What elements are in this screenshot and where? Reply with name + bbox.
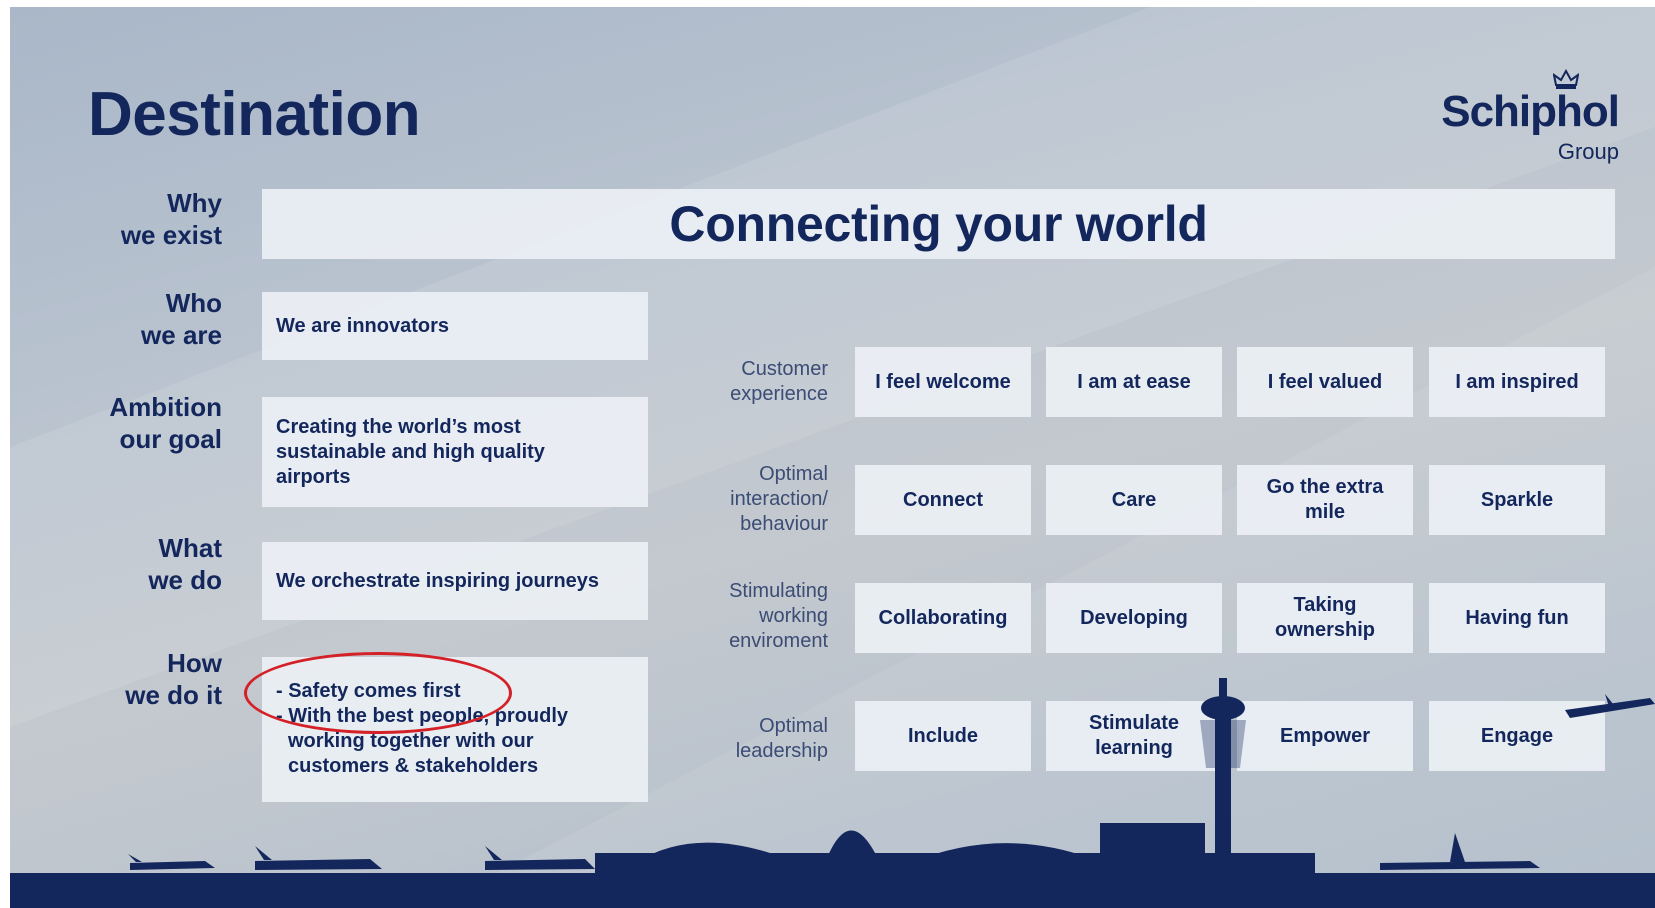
row-label-what: What we do [148, 533, 222, 595]
grid-cell: Collaborating [855, 583, 1031, 653]
who-box: We are innovators [262, 292, 648, 360]
grid-cell: Care [1046, 465, 1222, 535]
airport-skyline-illustration [10, 678, 1655, 908]
mission-banner: Connecting your world [262, 189, 1615, 259]
slide: Destination Schiphol Group Why we exist … [10, 7, 1655, 908]
grid-cell: Connect [855, 465, 1031, 535]
grid-cell: Having fun [1429, 583, 1605, 653]
grid-label-customer-experience: Customer experience [730, 358, 828, 405]
grid-cell: I feel valued [1237, 347, 1413, 417]
grid-label-working-environment: Stimulating working enviroment [729, 580, 828, 652]
row-label-who: Who we are [141, 288, 222, 350]
grid-cell: Developing [1046, 583, 1222, 653]
logo-subtitle: Group [1557, 139, 1619, 164]
grid-cell: Go the extra mile [1237, 465, 1413, 535]
ambition-box: Creating the world’s most sustainable an… [262, 397, 648, 507]
page-title: Destination [88, 80, 421, 149]
grid-cell: I am inspired [1429, 347, 1605, 417]
grid-cell: I feel welcome [855, 347, 1031, 417]
grid-cell: Sparkle [1429, 465, 1605, 535]
row-label-ambition: Ambition our goal [109, 392, 222, 454]
grid-label-interaction-behaviour: Optimal interaction/ behaviour [730, 463, 828, 535]
schiphol-logo: Schiphol Group [1439, 69, 1620, 169]
logo-wordmark: Schiphol [1441, 87, 1620, 136]
what-box: We orchestrate inspiring journeys [262, 542, 648, 620]
row-label-why: Why we exist [120, 188, 222, 250]
grid-cell: Taking ownership [1237, 583, 1413, 653]
grid-cell: I am at ease [1046, 347, 1222, 417]
